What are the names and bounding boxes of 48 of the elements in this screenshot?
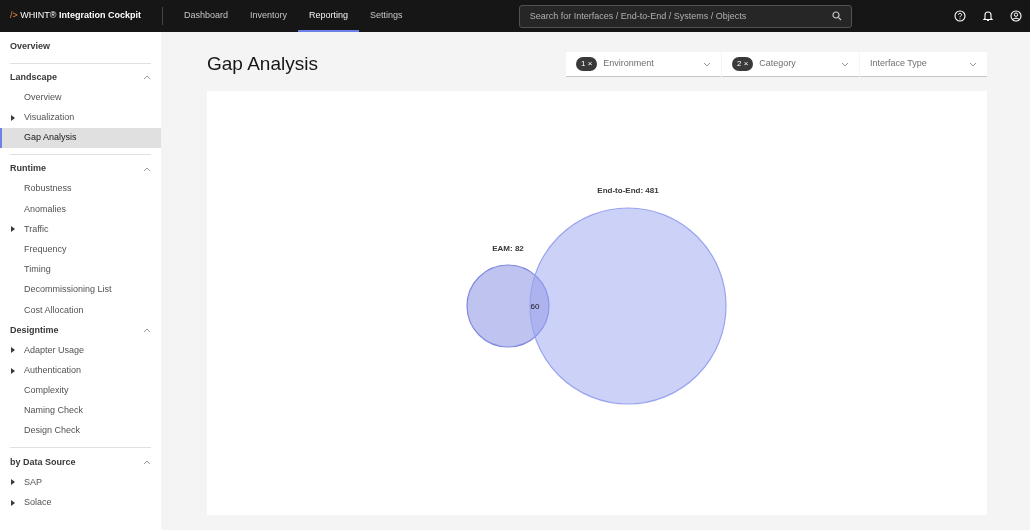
sidebar-item[interactable]: Complexity (0, 380, 161, 401)
filter-tag[interactable]: 1 × (576, 57, 598, 71)
sidebar-item[interactable]: Timing (0, 259, 161, 280)
page-title: Gap Analysis (207, 53, 318, 76)
chevron-icon[interactable] (969, 61, 977, 67)
brand-logo: /> WHINT® Integration Cockpit (10, 9, 141, 23)
sidebar-item[interactable]: Solace (0, 492, 161, 513)
sidebar-item[interactable]: Cost Allocation (0, 300, 161, 321)
nav-tab[interactable]: Reporting (298, 0, 360, 32)
sidebar-item[interactable]: Robustness (0, 179, 161, 200)
sidebar-item[interactable]: Adapter Usage (0, 340, 161, 361)
sidebar-item[interactable]: Design Check (0, 421, 161, 442)
chevron-icon[interactable] (143, 166, 151, 172)
chevron-icon[interactable] (143, 327, 151, 333)
filter-tag[interactable]: 2 × (732, 57, 754, 71)
chevron-icon[interactable] (703, 61, 711, 67)
section-title[interactable]: Designtime (10, 323, 59, 338)
sidebar-item[interactable]: Overview (0, 87, 161, 108)
sidebar-item[interactable]: Authentication (0, 360, 161, 381)
search-field[interactable]: Search for Interfaces / End-to-End / Systems / Objects (518, 4, 852, 28)
sidebar-item[interactable]: Decommissioning List (0, 280, 161, 301)
notification-icon[interactable] (982, 10, 994, 22)
chevron-icon[interactable] (841, 61, 849, 67)
filter-dropdown[interactable]: 1 × Environment (566, 52, 721, 77)
help-icon[interactable] (954, 10, 966, 22)
section-title[interactable]: Overview (10, 39, 51, 54)
sidebar-item[interactable]: Anomalies (0, 199, 161, 220)
nav-tab[interactable]: Inventory (239, 0, 299, 32)
sidebar-item[interactable]: Frequency (0, 239, 161, 260)
nav-tab[interactable]: Dashboard (173, 0, 240, 32)
section-title[interactable]: by Data Source (10, 455, 76, 470)
nav-tab[interactable]: Settings (359, 0, 414, 32)
sidebar-item[interactable]: Traffic (0, 219, 161, 240)
sidebar-item[interactable]: SAP (0, 472, 161, 493)
sidebar-item[interactable]: Visualization (0, 107, 161, 128)
user-icon[interactable] (1010, 10, 1022, 22)
section-title[interactable]: Runtime (10, 162, 46, 176)
set-label: End-to-End: 481 (597, 186, 659, 195)
set-label: EAM: 82 (492, 244, 524, 253)
chevron-icon[interactable] (143, 75, 151, 80)
intersection-label: 60 (530, 302, 540, 311)
sidebar-item[interactable]: Naming Check (0, 400, 161, 422)
chevron-icon[interactable] (143, 459, 151, 465)
section-title[interactable]: Landscape (10, 70, 58, 85)
search-icon (831, 10, 842, 21)
filter-dropdown[interactable]: Interface Type (860, 52, 987, 77)
filter-dropdown[interactable]: 2 × Category (722, 52, 859, 77)
sidebar-item[interactable]: Gap Analysis (0, 127, 161, 149)
